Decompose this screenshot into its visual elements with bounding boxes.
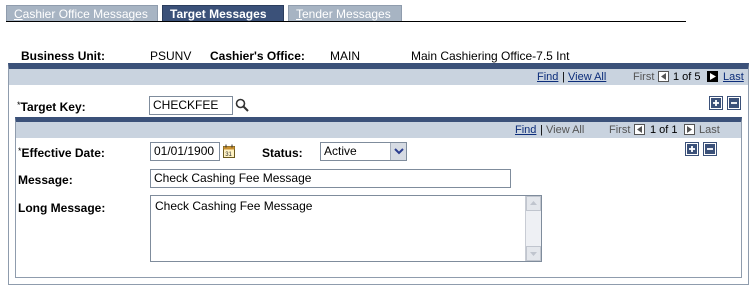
inner-row-count: 1 of 1	[650, 124, 678, 136]
effective-date-label: *Effective Date:	[18, 146, 105, 160]
cashiers-office-value: MAIN	[330, 49, 360, 63]
inner-nav-bar: Find | View All First 1 of 1 Last	[16, 122, 741, 138]
outer-view-all-link[interactable]: View All	[568, 69, 606, 85]
outer-next-arrow-icon[interactable]	[707, 71, 718, 82]
outer-nav-bar: Find | View All First 1 of 5 Last	[9, 69, 748, 85]
outer-first-label: First	[633, 71, 655, 83]
effective-dated-scroll-area: Find | View All First 1 of 1 Last *Effec…	[15, 117, 742, 278]
inner-find-link[interactable]: Find	[515, 122, 536, 138]
tab-label-rest: ender Messages	[302, 7, 391, 21]
long-message-scrollbar[interactable]	[525, 196, 541, 261]
calendar-icon[interactable]: 31	[223, 144, 235, 161]
plus-icon	[711, 98, 721, 108]
delete-effective-row-button[interactable]	[703, 142, 717, 156]
long-message-label: Long Message:	[18, 201, 106, 215]
tab-target-messages[interactable]: Target Messages	[162, 5, 284, 22]
target-key-label: *Target Key:	[17, 100, 86, 114]
long-message-text: Check Cashing Fee Message	[155, 199, 313, 213]
cashiers-office-label: Cashier's Office:	[210, 49, 305, 63]
inner-first-arrow-icon	[634, 124, 645, 135]
tab-underline	[6, 21, 686, 22]
message-input[interactable]: Check Cashing Fee Message	[150, 169, 511, 188]
tab-tender-messages[interactable]: Tender Messages	[288, 5, 402, 22]
business-unit-value: PSUNV	[150, 49, 192, 63]
scroll-up-icon[interactable]	[526, 196, 541, 211]
inner-first-label: First	[609, 124, 631, 136]
add-row-button[interactable]	[709, 96, 723, 110]
inner-view-all-label: View All	[546, 124, 585, 136]
effective-date-input[interactable]: 01/01/1900	[150, 142, 220, 161]
effective-date-label-text: Effective Date:	[21, 146, 105, 160]
add-effective-row-button[interactable]	[685, 142, 699, 156]
outer-last-link[interactable]: Last	[723, 69, 744, 85]
tab-label-rest: ashier Office Messages	[22, 7, 148, 21]
outer-nav-separator: |	[562, 71, 565, 83]
cashiers-office-description: Main Cashiering Office-7.5 Int	[411, 49, 570, 63]
status-label: Status:	[262, 146, 303, 160]
magnifier-icon[interactable]	[235, 98, 249, 115]
status-dropdown[interactable]: Active	[320, 142, 407, 161]
tab-cashier-office-messages[interactable]: Cashier Office Messages	[6, 5, 158, 22]
inner-last-label: Last	[699, 124, 720, 136]
status-selected-value: Active	[324, 144, 357, 158]
scroll-down-icon[interactable]	[526, 246, 541, 261]
outer-first-arrow-icon	[658, 71, 669, 82]
plus-icon	[687, 144, 697, 154]
outer-row-count: 1 of 5	[673, 71, 701, 83]
inner-next-arrow-icon	[684, 124, 695, 135]
target-key-label-text: Target Key:	[20, 100, 86, 114]
target-key-input[interactable]: CHECKFEE	[149, 96, 233, 115]
minus-icon	[729, 98, 739, 108]
business-unit-label: Business Unit:	[21, 49, 106, 63]
message-label: Message:	[18, 173, 73, 187]
target-key-scroll-area: Find | View All First 1 of 5 Last *Targe…	[8, 63, 749, 285]
chevron-down-icon	[390, 143, 406, 160]
svg-text:31: 31	[225, 152, 232, 158]
delete-row-button[interactable]	[727, 96, 741, 110]
long-message-textarea[interactable]: Check Cashing Fee Message	[150, 195, 542, 262]
tab-accel: C	[14, 7, 23, 21]
minus-icon	[705, 144, 715, 154]
outer-find-link[interactable]: Find	[537, 69, 558, 85]
inner-nav-separator: |	[540, 124, 543, 136]
tab-label: Target Messages	[170, 7, 267, 21]
